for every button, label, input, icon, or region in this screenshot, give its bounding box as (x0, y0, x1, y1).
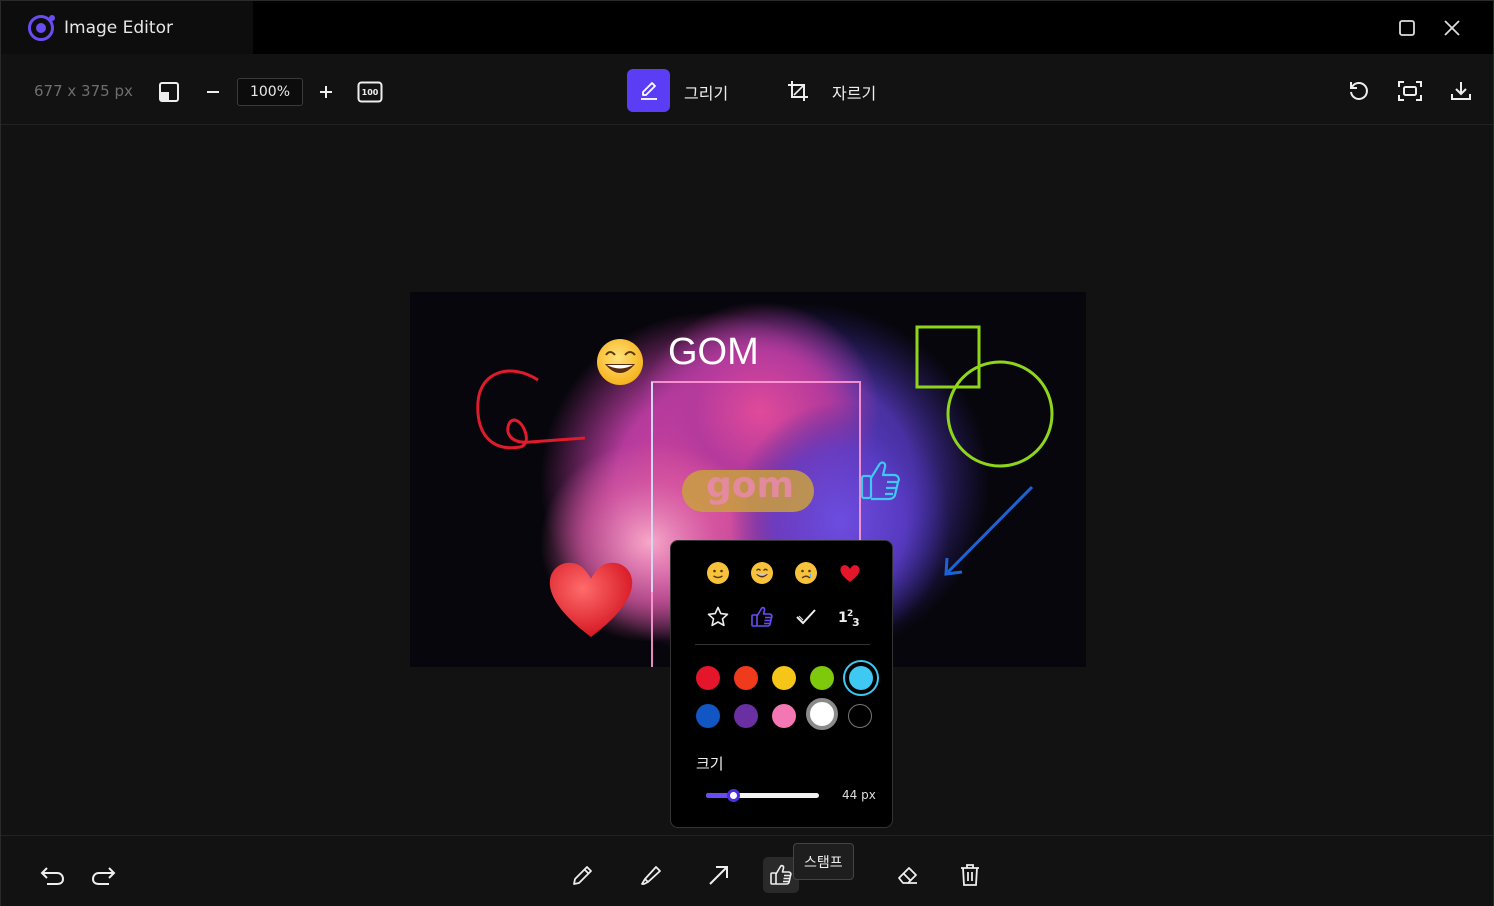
svg-text:GOM: GOM (668, 331, 759, 373)
zoom-out-button[interactable] (201, 78, 225, 106)
color-green[interactable] (810, 666, 834, 690)
download-button[interactable] (1445, 75, 1477, 107)
crop-icon (788, 81, 808, 101)
download-icon (1451, 82, 1471, 100)
reset-button[interactable] (1343, 75, 1375, 107)
thumbs-up-icon (770, 864, 792, 885)
pencil-tool-button[interactable] (565, 857, 601, 893)
crying-face-icon (795, 562, 817, 584)
close-button[interactable] (1438, 14, 1466, 42)
eraser-icon (898, 867, 917, 884)
undo-button[interactable] (35, 857, 71, 893)
image-editor-window: Image Editor 677 x 375 px 100% 100 그리기 자… (0, 0, 1494, 906)
size-slider[interactable] (706, 789, 819, 802)
color-cyan-selected-ring[interactable] (843, 660, 879, 696)
capture-button[interactable] (1394, 75, 1426, 107)
minus-icon (207, 91, 219, 93)
draw-mode-label[interactable]: 그리기 (684, 80, 728, 104)
highlighter-icon (641, 866, 661, 885)
stamp-cry[interactable] (790, 557, 822, 589)
star-icon (707, 606, 729, 627)
heart-icon (840, 565, 860, 582)
maximize-icon (1399, 20, 1415, 36)
draw-mode-button[interactable] (627, 69, 670, 112)
stamp-numbers[interactable]: 123 (834, 601, 866, 633)
top-toolbar: 677 x 375 px 100% 100 그리기 자르기 (1, 54, 1493, 125)
color-red[interactable] (696, 666, 720, 690)
app-logo-icon (28, 14, 55, 41)
popup-divider (695, 644, 870, 645)
highlighter-tool-button[interactable] (633, 857, 669, 893)
rotate-left-icon (1350, 82, 1368, 100)
arrow-tool-button[interactable] (701, 857, 737, 893)
color-purple[interactable] (734, 704, 758, 728)
size-label: 크기 (696, 755, 724, 773)
actual-size-label: 100 (361, 87, 379, 97)
eraser-tool-button[interactable] (890, 857, 926, 893)
undo-icon (40, 867, 65, 885)
grin-face-icon (751, 562, 773, 584)
color-yellow[interactable] (772, 666, 796, 690)
stamp-star[interactable] (702, 601, 734, 633)
check-icon (796, 609, 816, 625)
stamp-tooltip: 스탬프 (793, 843, 854, 880)
screen-capture-icon (1398, 81, 1422, 101)
stamp-popup: 123 크기 44 px (670, 540, 893, 828)
stamp-smile[interactable] (702, 557, 734, 589)
zoom-in-button[interactable] (314, 78, 338, 106)
trash-icon (961, 864, 979, 886)
color-white[interactable] (806, 698, 838, 730)
crop-mode-button[interactable] (783, 76, 813, 106)
title-tab: Image Editor (1, 1, 253, 54)
fit-window-icon (159, 82, 179, 102)
color-cyan (849, 666, 873, 690)
color-pink[interactable] (772, 704, 796, 728)
window-title: Image Editor (64, 17, 173, 38)
crop-mode-label[interactable]: 자르기 (832, 80, 876, 104)
size-slider-thumb[interactable] (727, 789, 740, 802)
actual-size-button[interactable]: 100 (356, 78, 384, 106)
color-black[interactable] (848, 704, 872, 728)
image-size-label: 677 x 375 px (34, 82, 133, 100)
redo-icon (91, 867, 116, 885)
color-blue[interactable] (696, 704, 720, 728)
svg-text:gom: gom (706, 465, 794, 506)
numbers-icon: 1 23 (838, 609, 860, 629)
zoom-input[interactable]: 100% (237, 78, 303, 106)
smile-face-icon (707, 562, 729, 584)
pencil-icon (573, 866, 592, 885)
size-value: 44 px (842, 788, 876, 802)
title-bar: Image Editor (1, 1, 1493, 54)
stamp-grin[interactable] (746, 557, 778, 589)
delete-button[interactable] (952, 857, 988, 893)
stamp-check[interactable] (790, 601, 822, 633)
close-icon (1444, 20, 1460, 36)
stamp-thumbs-up[interactable] (746, 601, 778, 633)
color-orange-red[interactable] (734, 666, 758, 690)
svg-text:3: 3 (852, 616, 860, 629)
arrow-icon (709, 866, 728, 885)
bottom-toolbar (1, 835, 1493, 906)
thumbs-up-icon (751, 606, 773, 627)
stamp-heart[interactable] (834, 557, 866, 589)
maximize-button[interactable] (1393, 14, 1421, 42)
plus-icon (320, 86, 332, 98)
fit-window-button[interactable] (155, 78, 183, 106)
pencil-square-icon (640, 81, 657, 100)
redo-button[interactable] (85, 857, 121, 893)
